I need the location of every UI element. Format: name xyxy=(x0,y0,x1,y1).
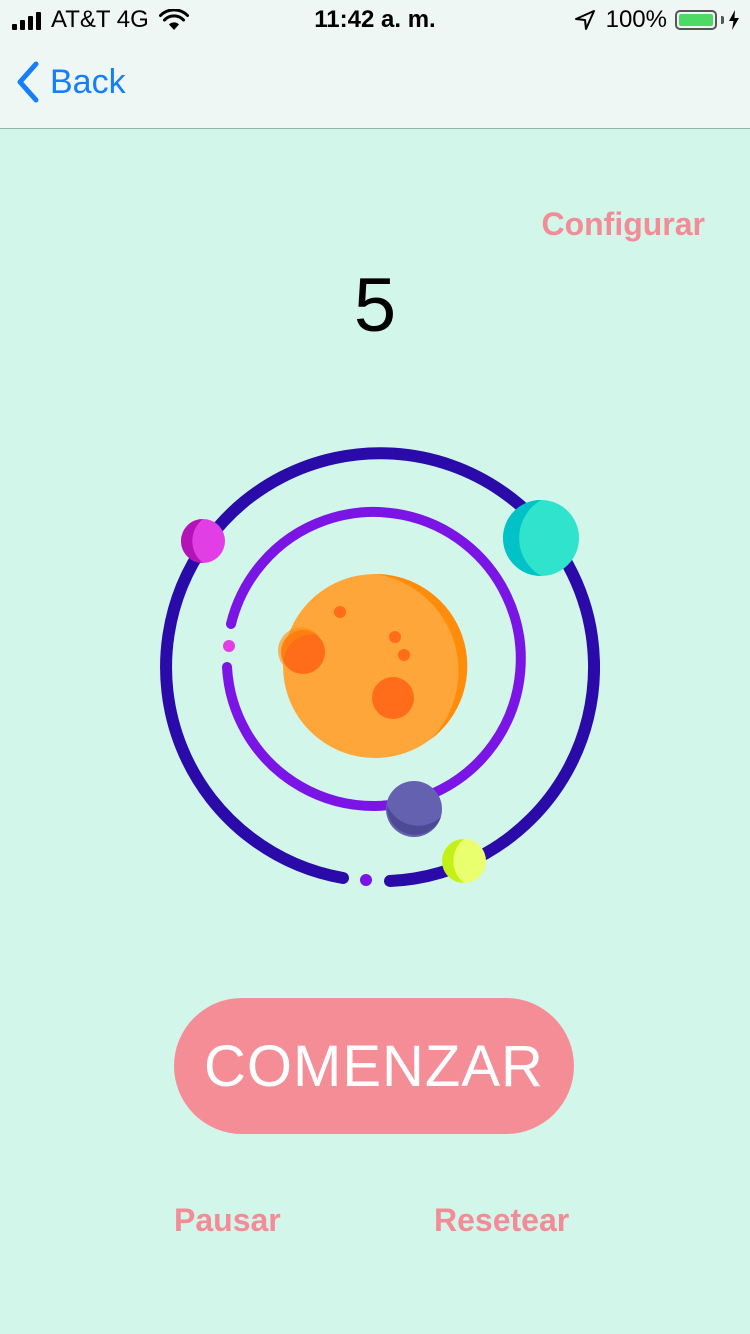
nav-bar: Back xyxy=(0,40,750,129)
solar-system-illustration xyxy=(160,447,600,887)
battery-tip xyxy=(721,16,724,24)
sun-icon xyxy=(277,573,468,758)
pink-planet-icon xyxy=(181,519,225,563)
start-button[interactable]: COMENZAR xyxy=(174,998,574,1134)
back-button[interactable]: Back xyxy=(14,60,126,104)
status-right: 100% xyxy=(574,6,740,34)
teal-planet-icon xyxy=(503,500,579,576)
inner-orbit-dot xyxy=(223,640,235,652)
pause-button[interactable]: Pausar xyxy=(174,1202,281,1239)
battery-percent: 100% xyxy=(605,6,667,33)
battery-icon xyxy=(675,10,717,30)
configure-button[interactable]: Configurar xyxy=(541,206,705,243)
reset-button[interactable]: Resetear xyxy=(434,1202,569,1239)
charging-bolt-icon xyxy=(729,10,739,30)
outer-orbit-dot xyxy=(360,874,372,886)
countdown-value: 5 xyxy=(353,263,397,348)
slate-planet-icon xyxy=(386,781,442,837)
start-button-label: COMENZAR xyxy=(204,1033,544,1099)
status-bar: AT&T 4G 11:42 a. m. 100% xyxy=(0,0,750,40)
back-label: Back xyxy=(50,62,126,101)
lime-planet-icon xyxy=(442,839,486,883)
battery-fill xyxy=(679,14,713,26)
location-icon xyxy=(574,10,595,30)
chevron-left-icon xyxy=(17,61,39,103)
